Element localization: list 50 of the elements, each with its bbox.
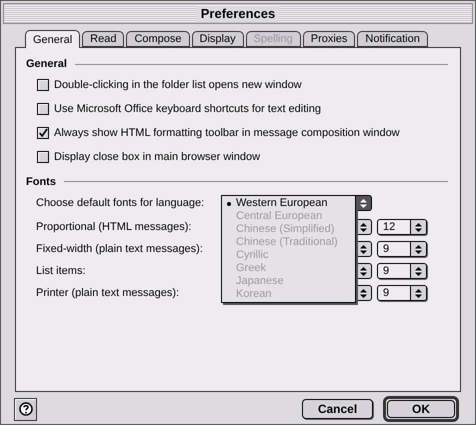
section-heading: General <box>26 57 67 72</box>
tab[interactable]: Compose <box>126 31 190 47</box>
tab[interactable]: Display <box>192 31 244 47</box>
up-down-arrows-icon <box>415 288 422 298</box>
menu-item-label: Korean <box>236 288 272 301</box>
tab[interactable]: Read <box>82 31 124 47</box>
ok-button[interactable]: OK <box>387 400 455 418</box>
up-down-arrows-icon <box>360 266 367 276</box>
checkbox[interactable] <box>37 127 49 139</box>
menu-item-label: Cyrillic <box>236 249 268 262</box>
menu-item-label: Chinese (Simplified) <box>236 223 334 236</box>
tab[interactable]: Proxies <box>302 31 356 47</box>
field-label: Printer (plain text messages): <box>36 286 180 299</box>
section-heading: Fonts <box>26 174 56 190</box>
field-label: List items: <box>36 264 86 277</box>
up-down-arrows-icon <box>415 266 422 276</box>
menu-item-label: Japanese <box>236 275 284 288</box>
checkbox-label: Always show HTML formatting toolbar in message composition window <box>54 126 400 141</box>
help-button[interactable] <box>14 398 37 420</box>
checkbox-label: Display close box in main browser window <box>54 150 260 165</box>
up-down-arrows-icon <box>415 244 422 254</box>
field-label: Fixed-width (plain text messages): <box>36 242 203 255</box>
bullet-icon <box>227 202 231 206</box>
checkbox-label: Use Microsoft Office keyboard shortcuts for text editing <box>54 102 321 117</box>
field-label: Choose default fonts for language: <box>36 196 206 211</box>
field-label: Proportional (HTML messages): <box>36 220 192 233</box>
window-title: Preferences <box>196 6 280 22</box>
up-down-arrows-icon <box>360 198 367 208</box>
size-popup[interactable]: 12 <box>377 219 427 235</box>
tab[interactable]: General <box>25 30 80 48</box>
menu-item-label: Central European <box>236 210 322 223</box>
size-popup[interactable]: 9 <box>377 285 427 301</box>
menu-item-label: Greek <box>236 262 266 275</box>
checkbox[interactable] <box>37 103 49 115</box>
menu-item[interactable]: Western European <box>222 197 355 210</box>
up-down-arrows-icon <box>360 288 367 298</box>
checkbox-label: Double-clicking in the folder list opens new window <box>54 78 302 93</box>
size-popup[interactable]: 9 <box>377 263 427 279</box>
up-down-arrows-icon <box>415 222 422 232</box>
menu-item-label: Western European <box>236 197 328 210</box>
size-popup[interactable]: 9 <box>377 241 427 257</box>
help-icon <box>18 402 32 416</box>
menu-item-label: Chinese (Traditional) <box>236 236 338 249</box>
tab[interactable]: Notification <box>357 31 428 47</box>
cancel-button[interactable]: Cancel <box>302 399 373 419</box>
checkbox[interactable] <box>37 79 49 91</box>
checkmark-icon <box>38 127 48 139</box>
checkbox[interactable] <box>37 151 49 163</box>
up-down-arrows-icon <box>360 222 367 232</box>
up-down-arrows-icon <box>360 244 367 254</box>
